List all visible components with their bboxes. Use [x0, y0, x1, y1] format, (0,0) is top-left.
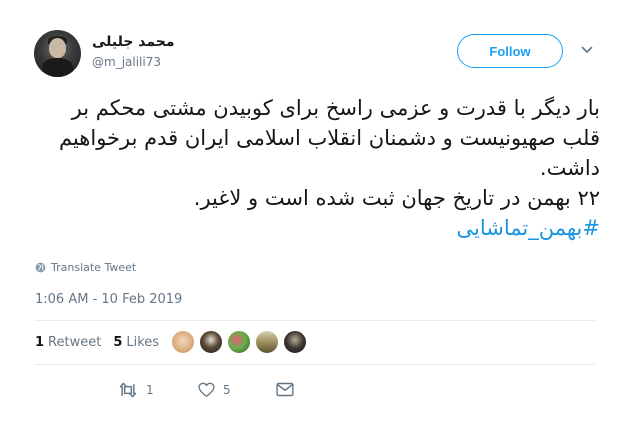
tweet-text: بار دیگر با قدرت و عزمی راسخ برای کوبیدن… [58, 93, 600, 243]
retweets-stat[interactable]: 1 Retweet [35, 335, 101, 350]
tweet-stats: 1 Retweet 5 Likes [35, 335, 159, 350]
retweet-icon [119, 382, 137, 398]
direct-message-button[interactable] [276, 382, 294, 397]
avatar[interactable] [34, 30, 81, 77]
chevron-down-icon[interactable] [581, 44, 593, 56]
liker-avatar[interactable] [283, 330, 307, 354]
like-count: 5 [223, 383, 231, 397]
retweets-count: 1 [35, 335, 45, 350]
liker-avatar[interactable] [171, 330, 195, 354]
divider [35, 364, 595, 365]
tweet-line: داشت. [539, 156, 600, 180]
user-handle[interactable]: @m_jalili73 [92, 55, 161, 69]
translate-tweet-link[interactable]: Translate Tweet [35, 261, 136, 274]
tweet-line: بار دیگر با قدرت و عزمی راسخ برای کوبیدن… [71, 96, 600, 120]
likes-count: 5 [113, 335, 123, 350]
like-button[interactable]: 5 [198, 382, 231, 398]
retweet-button[interactable]: 1 [118, 382, 154, 398]
dm-icon [276, 382, 294, 397]
liker-avatar[interactable] [199, 330, 223, 354]
display-name[interactable]: محمد جلیلی [92, 34, 175, 50]
tweet-timestamp[interactable]: 1:06 AM - 10 Feb 2019 [35, 292, 182, 307]
translate-label: Translate Tweet [51, 261, 137, 274]
likes-label: Likes [126, 335, 160, 350]
divider [35, 320, 595, 321]
liker-avatar[interactable] [227, 330, 251, 354]
retweet-count: 1 [146, 383, 154, 397]
hashtag-link[interactable]: #بهمن_تماشایی [138, 213, 600, 243]
like-icon [198, 382, 215, 398]
follow-button[interactable]: Follow [457, 34, 563, 68]
avatar-body [42, 58, 73, 77]
likes-stat[interactable]: 5 Likes [113, 335, 159, 350]
tweet-line: ۲۲ بهمن در تاریخ جهان ثبت شده است و لاغی… [193, 186, 600, 210]
avatar-face [49, 38, 66, 58]
globe-icon [35, 262, 46, 273]
retweets-label: Retweet [48, 335, 102, 350]
liker-avatars [171, 330, 307, 354]
tweet-line: قلب صهیونیست و دشمنان انقلاب اسلامی ایرا… [58, 126, 600, 150]
liker-avatar[interactable] [255, 330, 279, 354]
